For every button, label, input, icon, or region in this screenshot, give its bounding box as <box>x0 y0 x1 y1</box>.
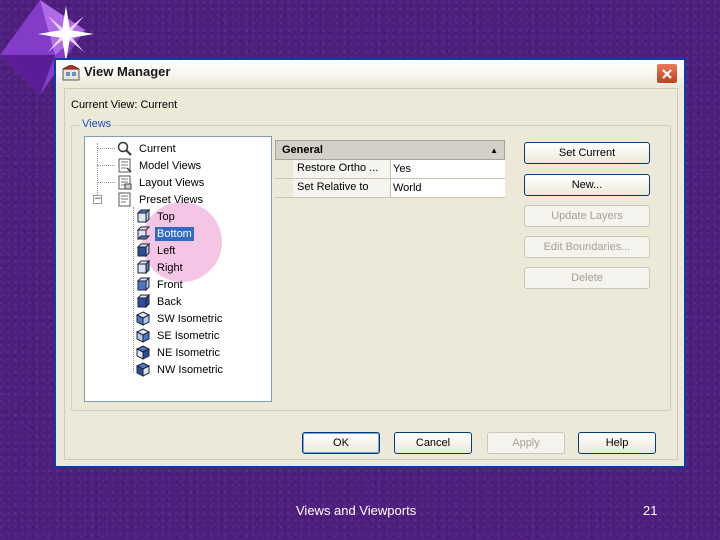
ok-button[interactable]: OK <box>302 432 380 454</box>
close-icon <box>662 68 672 79</box>
slide-footer-title: Views and Viewports <box>296 503 417 518</box>
views-tree[interactable]: − Current Model Views Layout Views Prese… <box>84 136 272 402</box>
tree-line <box>97 165 115 166</box>
properties-header[interactable]: General ▲ <box>275 140 505 160</box>
tree-line <box>97 143 98 201</box>
property-value[interactable]: World <box>391 179 505 197</box>
tree-item-right[interactable]: Right <box>135 259 185 276</box>
tree-item-label: SE Isometric <box>157 329 220 342</box>
tree-item-left[interactable]: Left <box>135 242 177 259</box>
update-layers-button[interactable]: Update Layers <box>524 205 650 227</box>
tree-item-preset-views[interactable]: Preset Views <box>117 191 205 208</box>
iso-se-icon <box>135 328 151 343</box>
set-current-button[interactable]: Set Current <box>524 142 650 164</box>
tree-item-ne-isometric[interactable]: NE Isometric <box>135 344 222 361</box>
cancel-button[interactable]: Cancel <box>394 432 472 454</box>
dialog-title: View Manager <box>84 64 171 79</box>
tree-item-current[interactable]: Current <box>117 140 178 157</box>
tree-item-bottom[interactable]: Bottom <box>135 225 194 242</box>
model-views-icon <box>118 158 132 173</box>
cube-top-icon <box>136 209 151 224</box>
view-manager-icon <box>62 65 80 81</box>
layout-views-icon <box>118 175 132 190</box>
preset-views-icon <box>118 192 131 207</box>
iso-sw-icon <box>135 311 151 326</box>
view-properties-grid: General ▲ Restore Ortho ... Yes Set Rela… <box>275 140 505 202</box>
close-button[interactable] <box>656 63 678 84</box>
tree-item-label: Front <box>157 278 183 291</box>
tree-item-nw-isometric[interactable]: NW Isometric <box>135 361 225 378</box>
tree-item-model-views[interactable]: Model Views <box>117 157 203 174</box>
cube-right-icon <box>136 260 151 275</box>
tree-item-label: Top <box>157 210 175 223</box>
tree-item-back[interactable]: Back <box>135 293 183 310</box>
preset-views-expander[interactable]: − <box>93 195 102 204</box>
cube-bottom-icon <box>136 226 151 240</box>
tree-item-label: NE Isometric <box>157 346 220 359</box>
views-groupbox: Views − Current Model Views Layout Views… <box>71 118 671 411</box>
delete-button[interactable]: Delete <box>524 267 650 289</box>
cube-front-icon <box>136 277 151 292</box>
dialog-client-area: Current View: Current Views − Current Mo… <box>64 88 678 460</box>
iso-ne-icon <box>135 345 151 360</box>
tree-item-se-isometric[interactable]: SE Isometric <box>135 327 221 344</box>
slide-page-number: 21 <box>643 503 658 518</box>
new-view-button[interactable]: New... <box>524 174 650 196</box>
current-view-label: Current View: Current <box>71 99 178 111</box>
cube-left-icon <box>136 243 151 258</box>
property-value[interactable]: Yes <box>391 160 505 178</box>
property-name: Set Relative to <box>293 179 391 197</box>
cube-back-icon <box>136 294 151 309</box>
help-button[interactable]: Help <box>578 432 656 454</box>
iso-nw-icon <box>135 362 151 377</box>
tree-item-top[interactable]: Top <box>135 208 177 225</box>
property-name: Restore Ortho ... <box>293 160 391 178</box>
property-row[interactable]: Set Relative to World <box>275 179 505 198</box>
collapse-arrow-icon[interactable]: ▲ <box>490 146 498 155</box>
tree-item-label: Layout Views <box>139 176 205 189</box>
tree-line <box>97 148 115 149</box>
apply-button[interactable]: Apply <box>487 432 565 454</box>
tree-line <box>97 182 115 183</box>
edit-boundaries-button[interactable]: Edit Boundaries... <box>524 236 650 258</box>
tree-line <box>133 207 134 373</box>
tree-item-label: NW Isometric <box>157 363 223 376</box>
tree-item-label: SW Isometric <box>157 312 223 325</box>
tree-item-label: Current <box>139 142 176 155</box>
tree-item-label: Bottom <box>155 226 194 241</box>
tree-item-front[interactable]: Front <box>135 276 185 293</box>
tree-item-label: Preset Views <box>139 193 203 206</box>
tree-item-label: Left <box>157 244 176 257</box>
tree-item-sw-isometric[interactable]: SW Isometric <box>135 310 224 327</box>
magnifier-icon <box>117 141 132 156</box>
tree-item-label: Back <box>157 295 182 308</box>
properties-category-label: General <box>282 144 323 156</box>
tree-item-layout-views[interactable]: Layout Views <box>117 174 206 191</box>
property-row[interactable]: Restore Ortho ... Yes <box>275 160 505 179</box>
tree-item-label: Model Views <box>139 159 202 172</box>
views-group-label: Views <box>80 118 114 130</box>
tree-item-label: Right <box>157 261 183 274</box>
view-manager-dialog: View Manager Current View: Current Views… <box>54 58 686 468</box>
title-bar[interactable]: View Manager <box>54 58 686 86</box>
